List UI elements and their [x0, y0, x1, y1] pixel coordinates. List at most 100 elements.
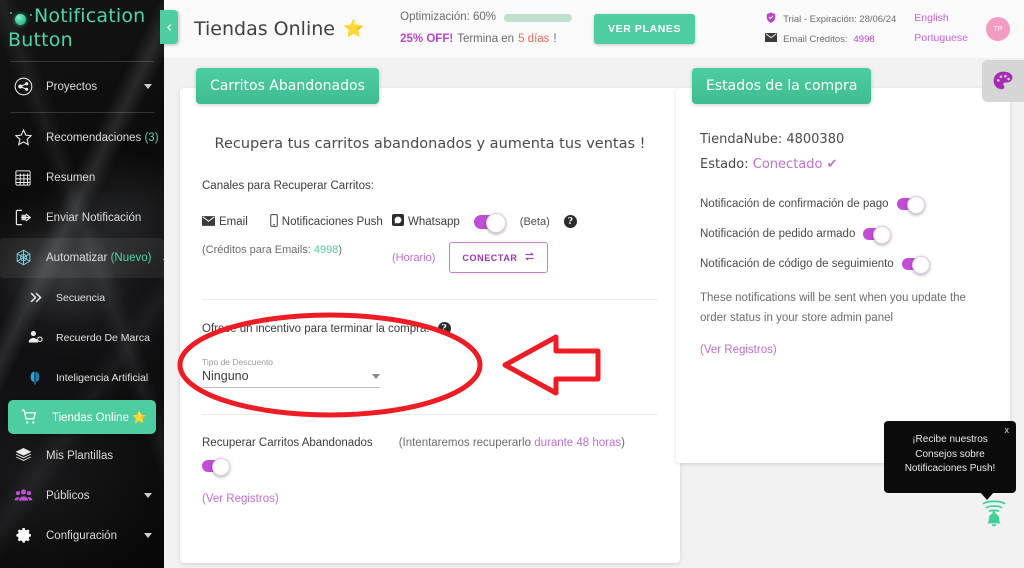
sidebar-item-label: Públicos — [46, 489, 90, 502]
lang-portuguese[interactable]: Portuguese — [914, 29, 968, 49]
sidebar-item-proyectos[interactable]: Proyectos — [0, 67, 164, 107]
automatizar-new-tag: (Nuevo) — [110, 251, 152, 264]
people-icon — [12, 485, 34, 507]
lang-english[interactable]: English — [914, 9, 968, 29]
page-title: Tiendas Online ⭐ — [194, 18, 364, 40]
email-channel-label: Email — [219, 216, 248, 228]
page-title-text: Tiendas Online — [194, 18, 335, 40]
layers-icon — [12, 445, 34, 467]
gears-network-icon — [12, 247, 34, 269]
toggle-row-pago: Notificación de confirmación de pago — [700, 196, 986, 214]
push-popup-line-3: Notificaciones Push! — [904, 463, 996, 474]
estados-compra-card: Estados de la compra TiendaNube: 4800380… — [676, 68, 1010, 463]
promo-row: 25% OFF! Termina en 5 días ! — [400, 29, 572, 51]
channels-label: Canales para Recuperar Carritos: — [202, 180, 374, 192]
pedido-armado-toggle[interactable] — [863, 226, 892, 244]
recover-carts-row: Recuperar Carritos Abandonados (Intentar… — [202, 437, 658, 477]
language-switcher: English Portuguese — [914, 9, 968, 49]
sidebar-item-automatizar[interactable]: Automatizar (Nuevo) — [0, 237, 164, 278]
avatar[interactable]: TP — [986, 17, 1010, 41]
conectar-button[interactable]: CONECTAR — [449, 242, 548, 273]
person-gear-icon — [26, 327, 44, 349]
ver-planes-button[interactable]: VER PLANES — [594, 14, 696, 44]
codigo-seguimiento-toggle[interactable] — [901, 256, 930, 274]
divider-2 — [202, 414, 658, 415]
sidebar-collapse-button[interactable] — [160, 10, 178, 44]
notifications-note: These notifications will be sent when yo… — [700, 292, 966, 325]
sidebar-item-registros[interactable]: Registros — [0, 556, 164, 568]
incentive-label: Ofrece un incentivo para terminar la com… — [202, 322, 658, 335]
push-tips-popup: x ¡Recibe nuestros Consejos sobre Notifi… — [884, 421, 1016, 500]
chevron-up-icon[interactable] — [163, 255, 164, 261]
sidebar-divider-top — [10, 60, 154, 62]
sidebar-item-label: Enviar Notificación — [46, 211, 142, 224]
push-popup-line-1: ¡Recibe nuestros — [912, 434, 988, 445]
horario-link[interactable]: (Horario) — [392, 252, 435, 264]
top-header: Tiendas Online ⭐ Optimización: 60% 25% O… — [164, 0, 1024, 58]
gear-icon — [12, 525, 34, 547]
toggle-row-pedido: Notificación de pedido armado — [700, 226, 986, 244]
left-ver-registros-link[interactable]: (Ver Registros) — [202, 493, 279, 505]
help-icon[interactable]: ? — [437, 322, 451, 335]
sidebar-item-label: Recomendaciones (3) — [46, 131, 159, 144]
email-credits-line: Email Créditos: 4998 — [765, 31, 896, 50]
estados-card-tab: Estados de la compra — [692, 68, 872, 104]
right-ver-registros-link[interactable]: (Ver Registros) — [700, 344, 777, 356]
recomendaciones-count: (3) — [144, 131, 159, 144]
mobile-phone-icon — [270, 214, 278, 230]
email-credits-inline-value: 4998 — [313, 244, 339, 256]
status-line: Estado: Conectado ✔ — [700, 157, 986, 172]
envelope-icon — [202, 215, 215, 229]
app-root: Notification Button Proyectos Recomendac… — [0, 0, 1024, 568]
divider-1 — [202, 299, 658, 300]
brand-logo[interactable]: Notification Button — [0, 0, 164, 56]
recover-carts-label: Recuperar Carritos Abandonados — [202, 437, 373, 449]
chevron-down-icon[interactable] — [144, 84, 152, 90]
discount-type-select[interactable]: Tipo de Descuento Ninguno — [202, 357, 380, 388]
send-box-icon — [12, 207, 34, 229]
carritos-headline: Recupera tus carritos abandonados y aume… — [214, 136, 646, 152]
sidebar-item-label: Automatizar (Nuevo) — [46, 251, 152, 264]
sidebar-item-tiendas-online[interactable]: Tiendas Online ⭐ — [8, 399, 156, 434]
promo-end-text: ! — [553, 33, 557, 45]
whatsapp-actions-row: (Horario) CONECTAR — [392, 242, 658, 273]
promo-discount: 25% OFF! — [400, 33, 454, 45]
email-credits-value: 4998 — [853, 34, 875, 46]
incentive-label-text: Ofrece un incentivo para terminar la com… — [202, 322, 430, 335]
close-icon[interactable]: x — [1005, 424, 1010, 437]
transfer-arrows-icon — [524, 251, 535, 264]
sidebar-item-publicos[interactable]: Públicos — [0, 476, 164, 516]
help-icon[interactable]: ? — [563, 215, 577, 228]
palette-icon — [993, 71, 1013, 90]
trial-line: Trial - Expiración: 28/06/24 — [765, 9, 896, 31]
store-id-line: TiendaNube: 4800380 — [700, 132, 845, 147]
page-title-star-icon: ⭐ — [342, 19, 365, 39]
theme-palette-button[interactable] — [982, 60, 1024, 102]
sidebar-item-resumen[interactable]: Resumen — [0, 158, 164, 198]
brain-icon — [26, 367, 44, 389]
toggle-label: Notificación de pedido armado — [700, 228, 856, 240]
whatsapp-label: Whatsapp — [408, 215, 460, 228]
sidebar: Notification Button Proyectos Recomendac… — [0, 0, 164, 568]
beta-label: (Beta) — [519, 215, 550, 228]
chevron-down-icon[interactable] — [372, 374, 380, 379]
sidebar-item-mis-plantillas[interactable]: Mis Plantillas — [0, 436, 164, 476]
sidebar-item-recuerdo-de-marca[interactable]: Recuerdo De Marca — [0, 318, 164, 358]
chevron-down-icon[interactable] — [144, 493, 152, 499]
confirmacion-pago-toggle[interactable] — [896, 196, 925, 214]
sidebar-item-secuencia[interactable]: Secuencia — [0, 278, 164, 318]
channel-row-whatsapp: Whatsapp (Beta) ? — [392, 212, 658, 233]
brand-dot-icon — [8, 9, 34, 30]
sidebar-item-inteligencia-artificial[interactable]: Inteligencia Artificial — [0, 358, 164, 398]
carritos-abandonados-card: Carritos Abandonados Recupera tus carrit… — [180, 68, 680, 563]
double-chevron-right-icon — [26, 287, 44, 309]
brand-line-1: Notification — [34, 5, 146, 27]
chevron-down-icon[interactable] — [144, 533, 152, 539]
recover-carts-toggle[interactable] — [202, 458, 230, 476]
sidebar-item-label: Secuencia — [56, 291, 106, 304]
promo-days-left: 5 días — [518, 33, 550, 45]
sidebar-item-recomendaciones[interactable]: Recomendaciones (3) — [0, 118, 164, 158]
sidebar-item-enviar-notificacion[interactable]: Enviar Notificación — [0, 198, 164, 238]
sidebar-item-configuracion[interactable]: Configuración — [0, 516, 164, 556]
whatsapp-toggle[interactable] — [473, 212, 506, 233]
